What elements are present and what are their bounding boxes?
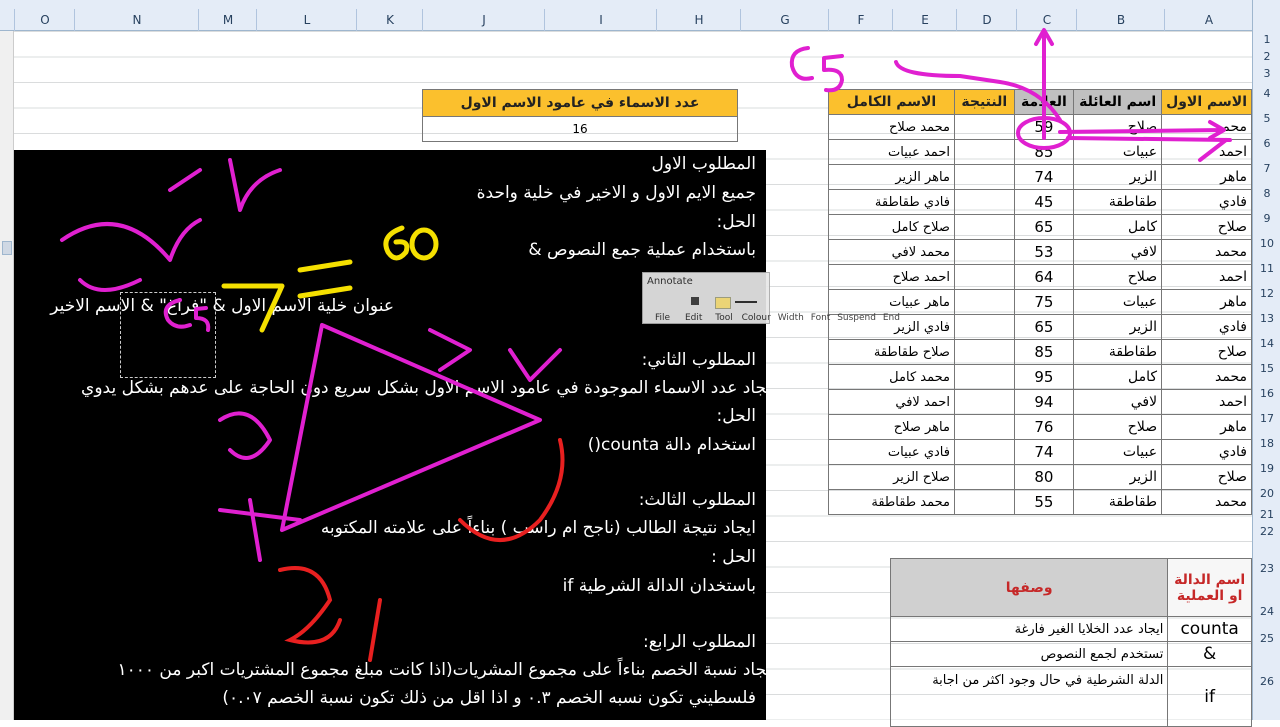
arabic-if-underline (78, 278, 142, 292)
small-check-stroke (508, 348, 562, 382)
c5-left-5-stroke (194, 306, 211, 332)
red-curve-stroke (458, 438, 565, 542)
small-arrow-stroke (428, 328, 472, 372)
red-scribble-stroke (278, 566, 342, 645)
arrow-up-stroke (1034, 28, 1054, 140)
c5-left-c-stroke (163, 298, 192, 329)
yellow-6-stroke (383, 225, 410, 261)
c5-top-c-stroke (789, 46, 814, 81)
arrow-right-stroke (1058, 120, 1226, 140)
yellow-equals-stroke (297, 259, 353, 299)
c5-top-5-stroke (822, 54, 844, 93)
red-line-stroke (368, 598, 382, 662)
handwriting-overlay (60, 28, 1232, 662)
arrow-left-stroke (1066, 136, 1232, 162)
triangle-stroke (280, 323, 542, 532)
yellow-7-stroke (221, 283, 285, 333)
arabic-if-scribble (60, 158, 282, 262)
yellow-0-stroke (409, 227, 439, 261)
loop-stroke (218, 411, 272, 460)
curve-stroke (894, 60, 1062, 122)
